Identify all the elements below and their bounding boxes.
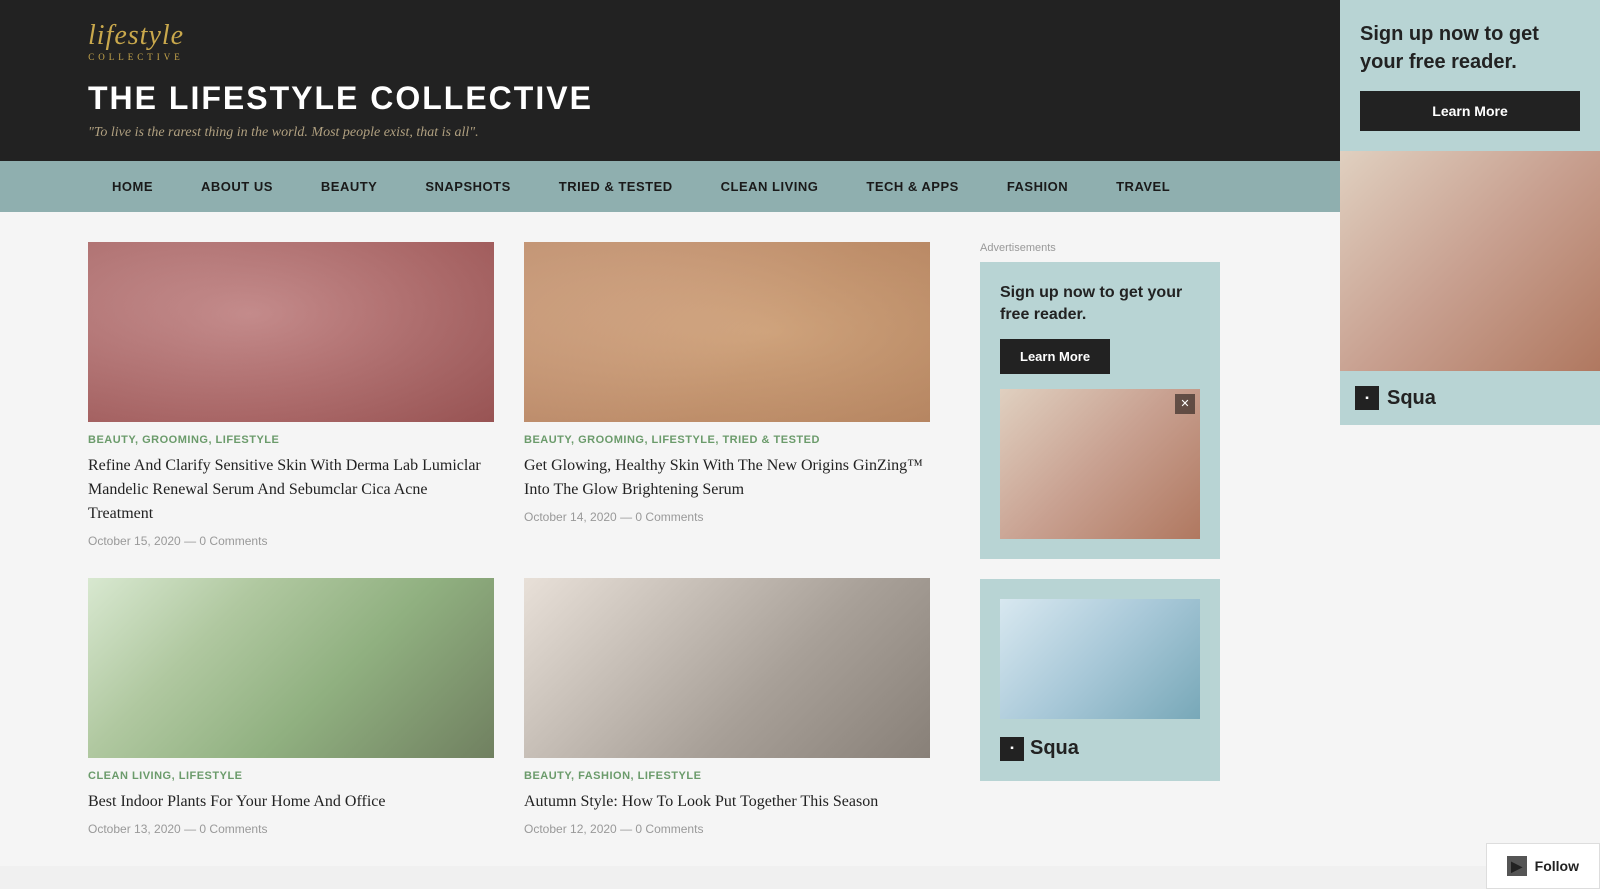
square-brand-text: Squa xyxy=(1387,387,1436,410)
right-edge-panel: Sign up now to get your free reader. Lea… xyxy=(1340,0,1600,425)
follow-icon: ▶ xyxy=(1507,856,1527,876)
article-categories: BEAUTY, GROOMING, LIFESTYLE xyxy=(88,434,494,446)
ad-close-button[interactable]: ✕ xyxy=(1175,394,1195,414)
nav-home[interactable]: HOME xyxy=(88,161,177,212)
square-brand-icon: ▪ xyxy=(1355,386,1379,410)
article-title[interactable]: Autumn Style: How To Look Put Together T… xyxy=(524,790,930,814)
logo-sub: COLLECTIVE xyxy=(88,52,184,62)
logo: lifestyle COLLECTIVE xyxy=(88,20,1512,62)
article-meta: October 12, 2020 — 0 Comments xyxy=(524,822,930,836)
follow-label: Follow xyxy=(1535,858,1579,874)
nav-travel[interactable]: TRAVEL xyxy=(1092,161,1194,212)
ad-learn-more-button[interactable]: Learn More xyxy=(1000,339,1110,374)
right-edge-learn-more-button[interactable]: Learn More xyxy=(1360,91,1580,131)
ad-box-1: Sign up now to get your free reader. Lea… xyxy=(980,262,1220,559)
article-meta: October 15, 2020 — 0 Comments xyxy=(88,534,494,548)
right-edge-top: Sign up now to get your free reader. Lea… xyxy=(1340,0,1600,151)
article-comments[interactable]: 0 Comments xyxy=(635,822,703,836)
article-categories: CLEAN LIVING, LIFESTYLE xyxy=(88,770,494,782)
nav-fashion[interactable]: FASHION xyxy=(983,161,1092,212)
site-tagline: "To live is the rarest thing in the worl… xyxy=(88,125,1512,141)
article-card: CLEAN LIVING, LIFESTYLE Best Indoor Plan… xyxy=(88,578,494,836)
right-edge-title: Sign up now to get your free reader. xyxy=(1360,20,1580,76)
article-separator: — xyxy=(620,510,635,524)
article-thumbnail xyxy=(524,242,930,422)
right-edge-square: ▪ Squa xyxy=(1340,371,1600,425)
nav-clean[interactable]: CLEAN LIVING xyxy=(697,161,843,212)
article-image xyxy=(88,242,494,422)
article-image xyxy=(524,242,930,422)
article-date: October 12, 2020 xyxy=(524,822,617,836)
article-separator: — xyxy=(184,534,199,548)
nav-beauty[interactable]: BEAUTY xyxy=(297,161,401,212)
square-text: Squa xyxy=(1030,737,1079,760)
article-card: BEAUTY, FASHION, LIFESTYLE Autumn Style:… xyxy=(524,578,930,836)
ads-label: Advertisements xyxy=(980,242,1220,254)
article-date: October 13, 2020 xyxy=(88,822,181,836)
article-thumbnail xyxy=(524,578,930,758)
article-date: October 14, 2020 xyxy=(524,510,617,524)
ad-box-2: ▪ Squa xyxy=(980,579,1220,781)
right-edge-image xyxy=(1340,151,1600,371)
ad-square-image xyxy=(1000,599,1200,719)
article-meta: October 14, 2020 — 0 Comments xyxy=(524,510,930,524)
article-thumbnail xyxy=(88,242,494,422)
article-image xyxy=(524,578,930,758)
article-title[interactable]: Best Indoor Plants For Your Home And Off… xyxy=(88,790,494,814)
article-title[interactable]: Refine And Clarify Sensitive Skin With D… xyxy=(88,454,494,526)
main-content: BEAUTY, GROOMING, LIFESTYLE Refine And C… xyxy=(0,212,960,866)
article-image xyxy=(88,578,494,758)
article-comments[interactable]: 0 Comments xyxy=(199,534,267,548)
nav-about[interactable]: ABOUT US xyxy=(177,161,297,212)
article-thumbnail xyxy=(88,578,494,758)
site-title: THE LIFESTYLE COLLECTIVE xyxy=(88,80,1512,117)
article-grid: BEAUTY, GROOMING, LIFESTYLE Refine And C… xyxy=(88,242,930,836)
article-title[interactable]: Get Glowing, Healthy Skin With The New O… xyxy=(524,454,930,502)
article-categories: BEAUTY, GROOMING, LIFESTYLE, TRIED & TES… xyxy=(524,434,930,446)
nav-tried[interactable]: TRIED & TESTED xyxy=(535,161,697,212)
article-card: BEAUTY, GROOMING, LIFESTYLE, TRIED & TES… xyxy=(524,242,930,548)
article-card: BEAUTY, GROOMING, LIFESTYLE Refine And C… xyxy=(88,242,494,548)
sidebar: Advertisements Sign up now to get your f… xyxy=(960,212,1240,866)
ad-title: Sign up now to get your free reader. xyxy=(1000,282,1200,327)
article-separator: — xyxy=(184,822,199,836)
follow-button[interactable]: ▶ Follow xyxy=(1486,843,1600,889)
nav-snapshots[interactable]: SNAPSHOTS xyxy=(401,161,534,212)
article-comments[interactable]: 0 Comments xyxy=(199,822,267,836)
ad-image: ✕ xyxy=(1000,389,1200,539)
article-separator: — xyxy=(620,822,635,836)
article-date: October 15, 2020 xyxy=(88,534,181,548)
nav-tech[interactable]: TECH & APPS xyxy=(842,161,982,212)
article-comments[interactable]: 0 Comments xyxy=(635,510,703,524)
square-icon: ▪ xyxy=(1000,737,1024,761)
square-logo: ▪ Squa xyxy=(1000,737,1200,761)
article-meta: October 13, 2020 — 0 Comments xyxy=(88,822,494,836)
logo-text: lifestyle xyxy=(88,20,184,51)
article-categories: BEAUTY, FASHION, LIFESTYLE xyxy=(524,770,930,782)
